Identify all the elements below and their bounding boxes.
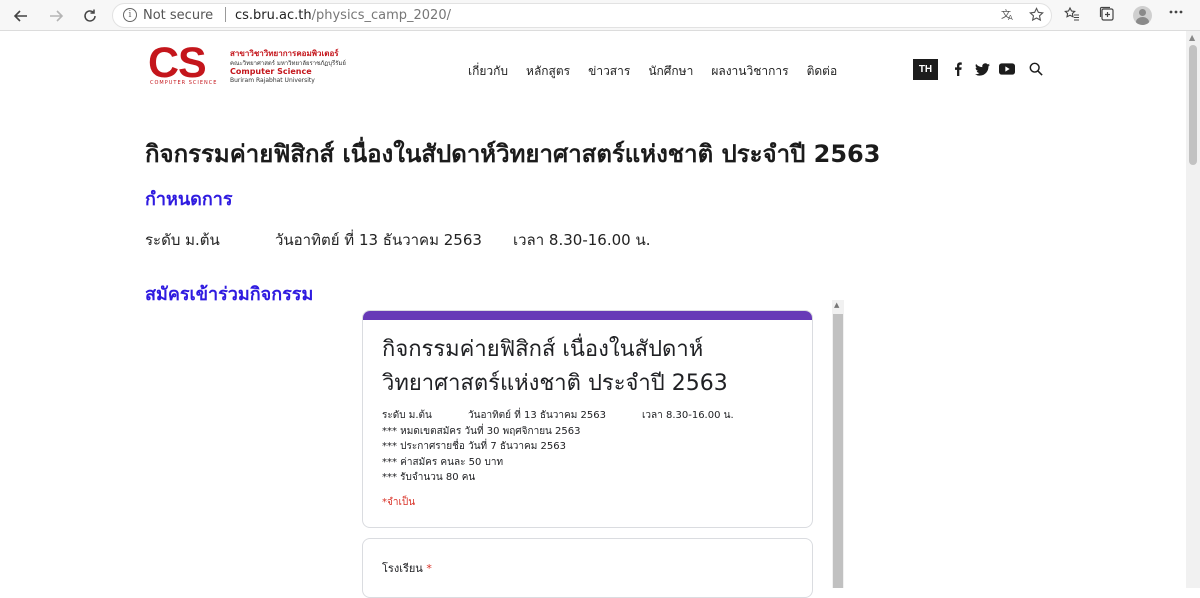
divider [225, 7, 226, 22]
form-scrollbar[interactable]: ▲ [832, 300, 844, 588]
favorite-star-icon[interactable] [1029, 7, 1044, 26]
question-label-text: โรงเรียน [382, 562, 423, 575]
logo-line-3: Computer Science [230, 67, 312, 76]
translate-icon[interactable]: 文A [1001, 7, 1015, 25]
menu-item-research[interactable]: ผลงานวิชาการ [711, 62, 788, 81]
svg-text:A: A [1008, 14, 1013, 21]
form-accent-bar [363, 311, 812, 320]
scroll-up-icon[interactable]: ▲ [834, 301, 839, 309]
menu-item-about[interactable]: เกี่ยวกับ [468, 62, 508, 81]
form-header-card: กิจกรรมค่ายฟิสิกส์ เนื่องในสัปดาห์ วิทยา… [362, 310, 813, 528]
collections-icon[interactable] [1099, 6, 1115, 26]
youtube-icon[interactable] [998, 60, 1016, 78]
more-menu-icon[interactable] [1168, 4, 1184, 24]
menu-item-curriculum[interactable]: หลักสูตร [526, 62, 570, 81]
url-host: cs.bru.ac.th [235, 8, 312, 23]
schedule-heading: กำหนดการ [145, 189, 233, 210]
menu-item-contact[interactable]: ติดต่อ [807, 62, 838, 81]
scrollbar-thumb[interactable] [1189, 45, 1197, 165]
page-title: กิจกรรมค่ายฟิสิกส์ เนื่องในสัปดาห์วิทยาศ… [145, 140, 881, 168]
menu-item-news[interactable]: ข่าวสาร [588, 62, 630, 81]
url-path: /physics_camp_2020/ [311, 8, 451, 23]
main-menu: เกี่ยวกับ หลักสูตร ข่าวสาร นักศึกษา ผลงา… [468, 62, 837, 81]
question-card-school: โรงเรียน * [362, 538, 813, 598]
form-note: *** รับจำนวน 80 คน [382, 472, 476, 483]
address-bar[interactable]: i Not secure cs.bru.ac.th/physics_camp_2… [112, 3, 1052, 28]
required-star: * [426, 562, 432, 575]
schedule-level: ระดับ ม.ต้น [145, 231, 220, 249]
form-note: *** หมดเขตสมัคร วันที่ 30 พฤศจิกายน 2563 [382, 426, 581, 437]
language-button[interactable]: TH [913, 59, 938, 80]
required-note: *จำเป็น [382, 497, 416, 508]
form-desc-date: วันอาทิตย์ ที่ 13 ธันวาคม 2563 [468, 410, 606, 421]
form-title: กิจกรรมค่ายฟิสิกส์ เนื่องในสัปดาห์ วิทยา… [382, 333, 802, 401]
question-label: โรงเรียน * [382, 559, 432, 577]
form-desc-time: เวลา 8.30-16.00 น. [642, 410, 734, 421]
logo-mark: CS [148, 39, 207, 87]
logo-mark-subtitle: COMPUTER SCIENCE [150, 80, 218, 86]
favorites-icon[interactable] [1064, 6, 1080, 26]
form-note: *** ประกาศรายชื่อ วันที่ 7 ธันวาคม 2563 [382, 441, 566, 452]
site-logo[interactable]: CS COMPUTER SCIENCE สาขาวิชาวิทยาการคอมพ… [148, 39, 348, 89]
browser-toolbar: i Not secure cs.bru.ac.th/physics_camp_2… [0, 0, 1200, 31]
page-scrollbar[interactable]: ▲ [1186, 31, 1200, 588]
facebook-icon[interactable] [949, 60, 967, 78]
forward-icon[interactable] [45, 5, 67, 27]
register-heading: สมัครเข้าร่วมกิจกรรม [145, 284, 314, 305]
scroll-up-icon[interactable]: ▲ [1189, 33, 1195, 42]
search-icon[interactable] [1027, 60, 1045, 78]
back-icon[interactable] [10, 5, 32, 27]
logo-line-4: Buriram Rajabhat University [230, 77, 315, 84]
form-title-line-1: กิจกรรมค่ายฟิสิกส์ เนื่องในสัปดาห์ [382, 337, 704, 362]
form-note: *** ค่าสมัคร คนละ 50 บาท [382, 457, 504, 468]
profile-avatar[interactable] [1133, 6, 1152, 25]
form-scrollbar-thumb[interactable] [833, 314, 843, 588]
refresh-icon[interactable] [79, 5, 101, 27]
schedule-time: เวลา 8.30-16.00 น. [513, 231, 651, 249]
url-text[interactable]: cs.bru.ac.th/physics_camp_2020/ [235, 8, 451, 23]
form-title-line-2: วิทยาศาสตร์แห่งชาติ ประจำปี 2563 [382, 371, 728, 396]
menu-item-students[interactable]: นักศึกษา [648, 62, 693, 81]
twitter-icon[interactable] [973, 60, 991, 78]
form-desc-level: ระดับ ม.ต้น [382, 410, 432, 421]
schedule-date: วันอาทิตย์ ที่ 13 ธันวาคม 2563 [275, 231, 482, 249]
security-label: Not secure [143, 8, 214, 23]
info-icon[interactable]: i [123, 8, 137, 22]
